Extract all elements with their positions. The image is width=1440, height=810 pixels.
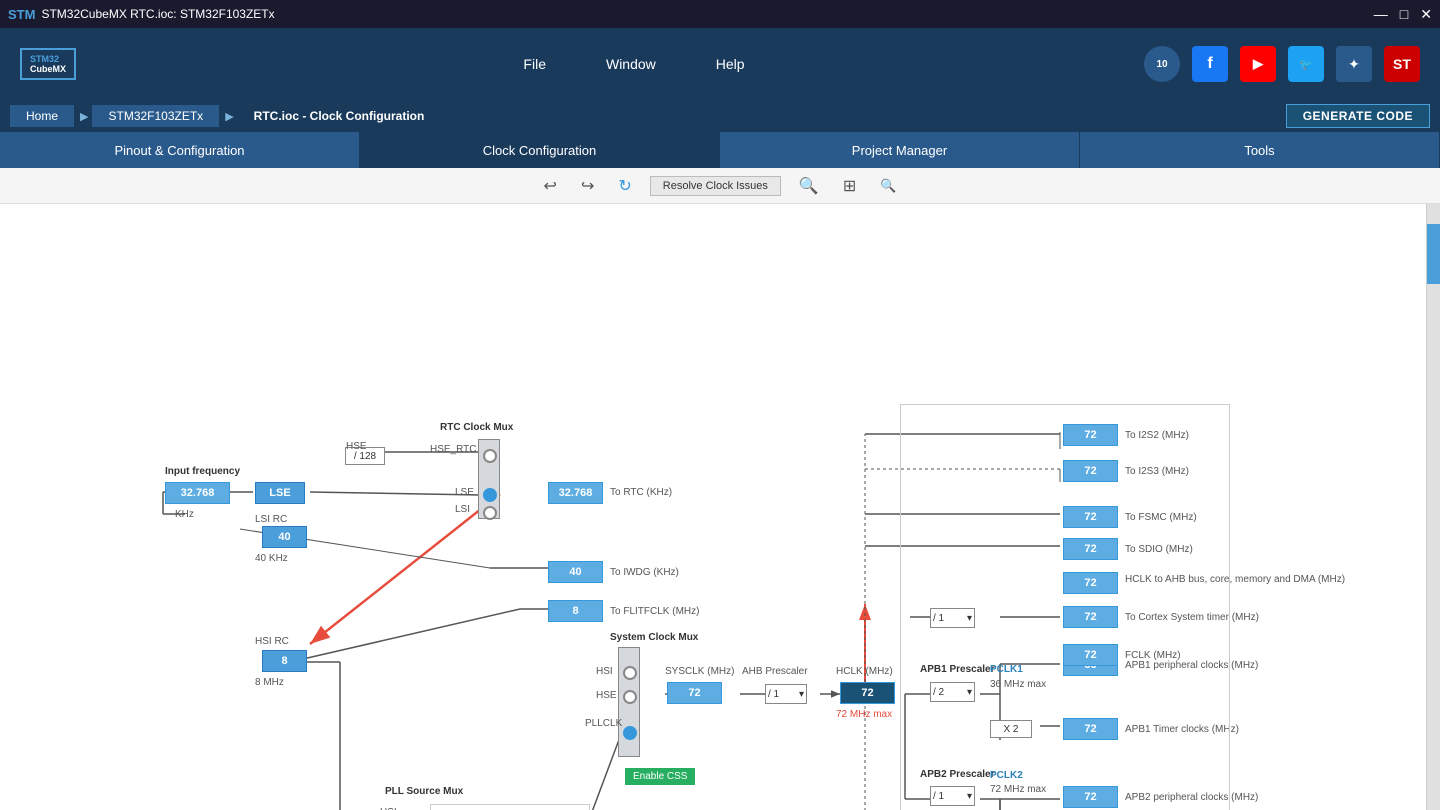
lsi-unit: 40 KHz [255,553,288,564]
fit-button[interactable]: ⊞ [837,174,862,198]
sysclk-hsi-label: HSI [596,666,613,677]
hsi-value-box[interactable]: 8 [262,650,307,672]
iwdg-label: To IWDG (KHz) [610,567,679,578]
iwdg-output: 40 [548,561,603,583]
scrollbar-vertical[interactable] [1426,204,1440,810]
hclk-max: 72 MHz max [836,709,892,720]
menu-help[interactable]: Help [716,56,745,72]
system-clock-mux-label: System Clock Mux [610,632,698,643]
lse-box[interactable]: LSE [255,482,305,504]
lsi-value-box[interactable]: 40 [262,526,307,548]
pll-source-mux-label: PLL Source Mux [385,786,463,797]
breadcrumb-current[interactable]: RTC.ioc - Clock Configuration [238,105,441,127]
sysclk-hse-radio[interactable] [623,690,637,704]
enable-css-button[interactable]: Enable CSS [625,768,695,785]
hse-rtc-label: HSE_RTC [430,444,477,455]
st-logo: ST [1384,46,1420,82]
tab-pinout[interactable]: Pinout & Configuration [0,132,360,168]
close-button[interactable]: ✕ [1420,6,1432,23]
resolve-clock-button[interactable]: Resolve Clock Issues [650,176,781,196]
breadcrumb-home[interactable]: Home [10,105,74,127]
clock-canvas: Input frequency 32.768 KHz LSE LSI RC 40… [0,204,1426,810]
rtc-mux-radio-lsi[interactable] [483,506,497,520]
sysclk-hsi-radio[interactable] [623,666,637,680]
twitter-icon: 🐦 [1288,46,1324,82]
pllclk-label: PLLCLK [585,718,622,729]
ahb-div-select[interactable]: / 1 ▾ [765,684,807,704]
lsi-mux-label: LSI [455,504,470,515]
input-freq-top-value[interactable]: 32.768 [165,482,230,504]
youtube-icon: ▶ [1240,46,1276,82]
sysclk-value[interactable]: 72 [667,682,722,704]
facebook-icon: f [1192,46,1228,82]
zoom-in-button[interactable]: 🔍 [793,174,825,198]
hclk-value[interactable]: 72 [840,682,895,704]
breadcrumb-arrow-2: ▶ [225,110,233,123]
title-bar: STM STM32CubeMX RTC.ioc: STM32F103ZETx —… [0,0,1440,28]
input-freq-top-label: Input frequency [165,466,240,477]
refresh-button[interactable]: ↻ [612,174,637,198]
toolbar: ↩ ↪ ↻ Resolve Clock Issues 🔍 ⊞ 🔍 [0,168,1440,204]
rtc-output-value[interactable]: 32.768 [548,482,603,504]
icon-10: 10 [1144,46,1180,82]
output-section-border [900,404,1230,810]
scrollbar-thumb[interactable] [1427,224,1440,284]
main-area: Input frequency 32.768 KHz LSE LSI RC 40… [0,204,1440,810]
hse-label-top: HSE [346,441,367,452]
lse-mux-label: LSE [455,487,474,498]
rtc-clock-mux-label: RTC Clock Mux [440,422,513,433]
rtc-mux-radio-lse[interactable] [483,488,497,502]
rtc-label: To RTC (KHz) [610,487,672,498]
zoom-out-button[interactable]: 🔍 [874,176,902,196]
tab-project[interactable]: Project Manager [720,132,1080,168]
tab-bar: Pinout & Configuration Clock Configurati… [0,132,1440,168]
sysclk-hse-label: HSE [596,690,617,701]
menu-bar: STM32 CubeMX File Window Help 10 f ▶ 🐦 ✦… [0,28,1440,100]
tab-clock[interactable]: Clock Configuration [360,132,720,168]
input-freq-top-unit: KHz [175,509,194,520]
sysclk-label: SYSCLK (MHz) [665,666,734,677]
rtc-mux-radio-hse[interactable] [483,449,497,463]
breadcrumb-arrow-1: ▶ [80,110,88,123]
flitfclk-label: To FLITFCLK (MHz) [610,606,699,617]
network-icon: ✦ [1336,46,1372,82]
undo-button[interactable]: ↩ [538,174,563,198]
pll-section-border [430,804,590,810]
menu-window[interactable]: Window [606,56,656,72]
breadcrumb-bar: Home ▶ STM32F103ZETx ▶ RTC.ioc - Clock C… [0,100,1440,132]
flitfclk-output: 8 [548,600,603,622]
generate-code-button[interactable]: GENERATE CODE [1286,104,1430,128]
redo-button[interactable]: ↪ [575,174,600,198]
breadcrumb-device[interactable]: STM32F103ZETx [92,105,219,127]
app-logo: STM32 CubeMX [20,48,84,80]
minimize-button[interactable]: — [1374,6,1388,23]
hsi-rc-label: HSI RC [255,636,289,647]
ahb-prescaler-label: AHB Prescaler [742,666,808,677]
maximize-button[interactable]: □ [1400,6,1408,23]
lsi-rc-label: LSI RC [255,514,287,525]
app-logo-small: STM [8,7,35,22]
title-bar-text: STM32CubeMX RTC.ioc: STM32F103ZETx [41,7,274,21]
hsi-unit: 8 MHz [255,677,284,688]
menu-file[interactable]: File [523,56,546,72]
hclk-label: HCLK (MHz) [836,666,893,677]
sysclk-pll-radio[interactable] [623,726,637,740]
tab-tools[interactable]: Tools [1080,132,1440,168]
